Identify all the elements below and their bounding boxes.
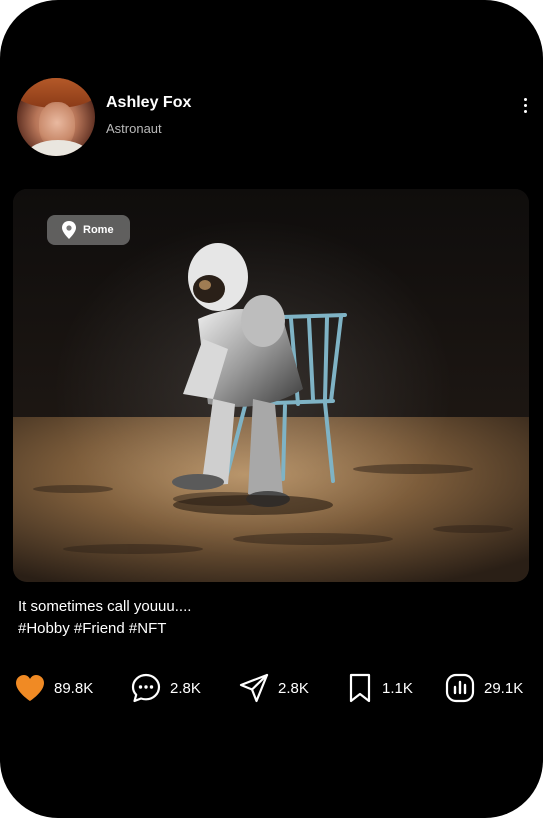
share-count: 2.8K [278,679,309,697]
map-pin-icon [62,221,76,239]
user-name[interactable]: Ashley Fox [106,94,191,112]
stats-icon [445,673,475,703]
user-role: Astronaut [106,121,162,136]
views-count: 29.1K [484,679,524,697]
more-vertical-icon[interactable] [516,96,536,114]
avatar-shirt [27,140,89,156]
avatar[interactable] [17,78,95,156]
bookmark-icon [349,673,371,703]
save-button[interactable]: 1.1K [346,670,413,706]
location-label: Rome [83,224,114,236]
comment-button[interactable]: 2.8K [130,670,201,706]
post-card: Ashley Fox Astronaut Rome It sometimes c… [0,0,543,818]
like-count: 89.8K [54,679,94,697]
heart-icon [16,675,44,701]
caption-text: It sometimes call youuu.... [18,598,192,615]
hashtags[interactable]: #Hobby #Friend #NFT [18,618,191,640]
save-count: 1.1K [382,679,413,697]
post-caption: It sometimes call youuu.... #Hobby #Frie… [18,596,191,640]
location-chip[interactable]: Rome [47,215,130,245]
comment-count: 2.8K [170,679,201,697]
send-icon [239,673,269,703]
like-button[interactable]: 89.8K [14,670,93,706]
post-image[interactable] [13,189,529,582]
views-button[interactable]: 29.1K [444,670,523,706]
share-button[interactable]: 2.8K [238,670,309,706]
chat-bubble-icon [131,673,161,703]
